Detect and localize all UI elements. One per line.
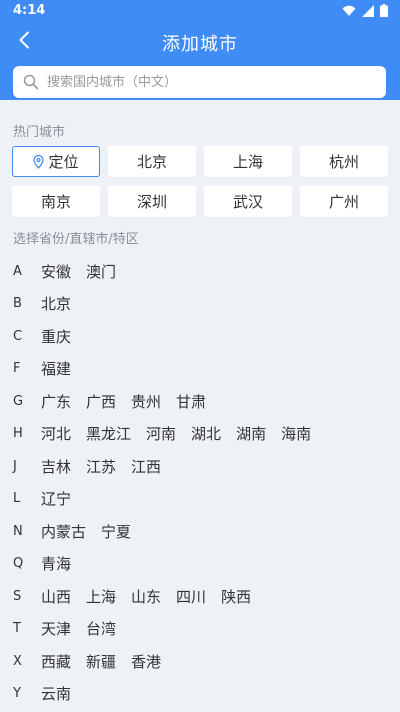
battery-icon <box>380 2 388 21</box>
province-item[interactable]: 福建 <box>41 358 71 379</box>
index-letter: H <box>13 426 23 442</box>
index-letter: N <box>13 523 23 539</box>
province-item[interactable]: 湖北 <box>191 423 221 444</box>
province-list: A 安徽 澳门 B 北京 C 重庆 F 福建 G 广东 广西 贵州 甘肃 H 河… <box>0 255 400 710</box>
page-title: 添加城市 <box>162 34 238 55</box>
app-header: 4:14 添加城市 <box>0 0 400 100</box>
province-item[interactable]: 北京 <box>41 293 71 314</box>
cellular-signal-icon <box>362 2 374 21</box>
index-letter: A <box>13 263 22 279</box>
province-group-f: F 福建 <box>0 353 400 386</box>
province-item[interactable]: 甘肃 <box>176 391 206 412</box>
province-group-b: B 北京 <box>0 288 400 321</box>
index-letter: X <box>13 653 22 669</box>
province-item[interactable]: 云南 <box>41 683 71 704</box>
province-group-a: A 安徽 澳门 <box>0 255 400 288</box>
index-letter: Q <box>13 556 24 572</box>
province-item[interactable]: 湖南 <box>236 423 266 444</box>
province-item[interactable]: 贵州 <box>131 391 161 412</box>
status-icons <box>342 2 388 21</box>
province-item[interactable]: 上海 <box>86 586 116 607</box>
province-group-l: L 辽宁 <box>0 483 400 516</box>
province-item[interactable]: 河北 <box>41 423 71 444</box>
hot-city-beijing[interactable]: 北京 <box>108 146 196 177</box>
hot-city-wuhan[interactable]: 武汉 <box>204 186 292 217</box>
province-item[interactable]: 河南 <box>146 423 176 444</box>
index-letter: B <box>13 296 22 312</box>
provinces-label: 选择省份/直辖市/特区 <box>13 232 139 247</box>
locate-button[interactable]: 定位 <box>12 146 100 177</box>
hot-city-guangzhou[interactable]: 广州 <box>300 186 388 217</box>
status-bar: 4:14 <box>0 0 400 22</box>
wifi-icon <box>342 2 356 21</box>
hot-city-nanjing[interactable]: 南京 <box>12 186 100 217</box>
province-item[interactable]: 天津 <box>41 618 71 639</box>
province-group-q: Q 青海 <box>0 548 400 581</box>
index-letter: J <box>13 458 17 474</box>
province-group-s: S 山西 上海 山东 四川 陕西 <box>0 580 400 613</box>
index-letter: Y <box>13 686 21 702</box>
province-item[interactable]: 香港 <box>131 651 161 672</box>
province-item[interactable]: 山东 <box>131 586 161 607</box>
province-item[interactable]: 海南 <box>281 423 311 444</box>
location-pin-icon <box>33 154 45 169</box>
province-item[interactable]: 宁夏 <box>101 521 131 542</box>
province-item[interactable]: 台湾 <box>86 618 116 639</box>
province-group-x: X 西藏 新疆 香港 <box>0 645 400 678</box>
title-bar: 添加城市 <box>0 22 400 62</box>
locate-label: 定位 <box>48 153 79 171</box>
province-group-n: N 内蒙古 宁夏 <box>0 515 400 548</box>
province-group-g: G 广东 广西 贵州 甘肃 <box>0 385 400 418</box>
province-item[interactable]: 四川 <box>176 586 206 607</box>
province-item[interactable]: 澳门 <box>86 261 116 282</box>
province-item[interactable]: 安徽 <box>41 261 71 282</box>
index-letter: L <box>13 491 21 507</box>
hot-cities-label: 热门城市 <box>13 125 66 140</box>
province-group-h: H 河北 黑龙江 河南 湖北 湖南 海南 <box>0 418 400 451</box>
index-letter: G <box>13 393 24 409</box>
province-item[interactable]: 内蒙古 <box>41 521 86 542</box>
search-icon <box>23 74 39 90</box>
province-group-c: C 重庆 <box>0 320 400 353</box>
province-item[interactable]: 广东 <box>41 391 71 412</box>
province-group-t: T 天津 台湾 <box>0 613 400 646</box>
province-item[interactable]: 辽宁 <box>41 488 71 509</box>
province-item[interactable]: 陕西 <box>221 586 251 607</box>
province-item[interactable]: 吉林 <box>41 456 71 477</box>
hot-city-hangzhou[interactable]: 杭州 <box>300 146 388 177</box>
province-item[interactable]: 广西 <box>86 391 116 412</box>
index-letter: F <box>13 361 21 377</box>
hot-city-shenzhen[interactable]: 深圳 <box>108 186 196 217</box>
index-letter: T <box>13 621 21 637</box>
province-item[interactable]: 西藏 <box>41 651 71 672</box>
search-bar[interactable] <box>13 66 386 98</box>
hot-city-shanghai[interactable]: 上海 <box>204 146 292 177</box>
province-item[interactable]: 新疆 <box>86 651 116 672</box>
province-item[interactable]: 青海 <box>41 553 71 574</box>
hot-cities-grid: 定位 北京 上海 杭州 南京 深圳 武汉 广州 <box>12 146 389 217</box>
province-group-y: Y 云南 <box>0 678 400 711</box>
province-item[interactable]: 黑龙江 <box>86 423 131 444</box>
province-item[interactable]: 江苏 <box>86 456 116 477</box>
province-item[interactable]: 山西 <box>41 586 71 607</box>
search-input[interactable] <box>45 73 349 91</box>
index-letter: C <box>13 328 23 344</box>
province-item[interactable]: 重庆 <box>41 326 71 347</box>
status-time: 4:14 <box>13 3 46 18</box>
index-letter: S <box>13 588 22 604</box>
province-group-j: J 吉林 江苏 江西 <box>0 450 400 483</box>
province-item[interactable]: 江西 <box>131 456 161 477</box>
